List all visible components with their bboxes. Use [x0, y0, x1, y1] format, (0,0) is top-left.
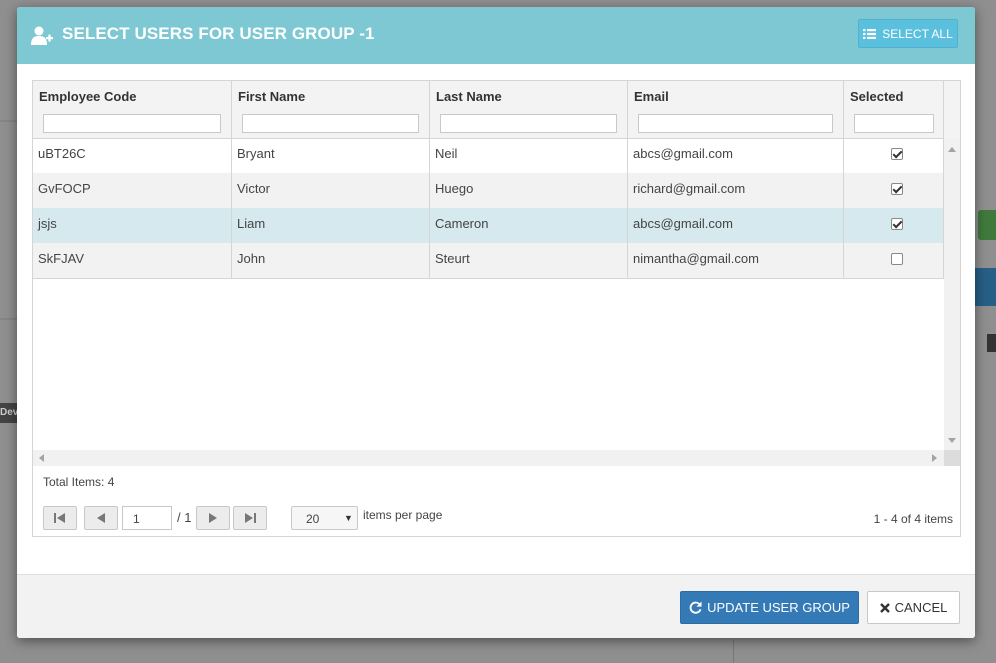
first-name-filter-input[interactable] — [242, 114, 419, 133]
column-header-selected[interactable]: Selected — [844, 81, 944, 138]
scroll-left-icon[interactable] — [39, 454, 44, 462]
background-dev-label: Dev — [0, 403, 17, 423]
email-cell: abcs@gmail.com — [628, 208, 844, 243]
chevron-down-icon: ▼ — [344, 513, 353, 523]
select-users-modal: SELECT USERS FOR USER GROUP -1 SELECT AL… — [17, 7, 975, 638]
grid-header: Employee Code First Name Last Name Email… — [33, 81, 960, 139]
background-panel — [974, 268, 996, 306]
employee-code-filter-input[interactable] — [43, 114, 221, 133]
selected-cell — [844, 138, 944, 173]
column-header-employee-code[interactable]: Employee Code — [33, 81, 232, 138]
employee-code-cell: jsjs — [33, 208, 232, 243]
selected-cell — [844, 208, 944, 243]
rows-divider — [33, 278, 944, 279]
email-filter-input[interactable] — [638, 114, 833, 133]
employee-code-cell: uBT26C — [33, 138, 232, 173]
employee-code-cell: GvFOCP — [33, 173, 232, 208]
page-count-label: / 1 — [177, 510, 192, 525]
background-divider — [0, 318, 17, 320]
table-row[interactable]: GvFOCP Victor Huego richard@gmail.com — [33, 173, 944, 208]
background-button — [978, 210, 996, 240]
first-name-cell: Bryant — [232, 138, 430, 173]
column-header-first-name[interactable]: First Name — [232, 81, 430, 138]
table-row[interactable]: SkFJAV John Steurt nimantha@gmail.com — [33, 243, 944, 278]
next-page-button[interactable] — [196, 506, 230, 530]
selected-cell — [844, 173, 944, 208]
grid-body: uBT26C Bryant Neil abcs@gmail.com GvFOCP… — [33, 138, 944, 450]
first-name-cell: John — [232, 243, 430, 278]
background-divider — [733, 640, 734, 663]
update-user-group-button[interactable]: UPDATE USER GROUP — [680, 591, 859, 624]
select-all-label: SELECT ALL — [882, 26, 953, 41]
add-user-icon — [31, 26, 53, 45]
column-header-last-name[interactable]: Last Name — [430, 81, 628, 138]
column-label: Employee Code — [39, 89, 137, 104]
column-label: First Name — [238, 89, 306, 104]
next-page-icon — [209, 513, 217, 523]
scroll-up-icon[interactable] — [948, 147, 956, 152]
email-cell: richard@gmail.com — [628, 173, 844, 208]
selected-cell — [844, 243, 944, 278]
cancel-button[interactable]: CANCEL — [867, 591, 960, 624]
items-per-page-label: items per page — [363, 508, 443, 522]
column-label: Email — [634, 89, 669, 104]
last-name-cell: Steurt — [430, 243, 628, 278]
first-name-cell: Victor — [232, 173, 430, 208]
row-checkbox[interactable] — [891, 183, 903, 195]
items-range-label: 1 - 4 of 4 items — [873, 512, 953, 526]
first-name-cell: Liam — [232, 208, 430, 243]
last-name-cell: Neil — [430, 138, 628, 173]
previous-page-icon — [97, 513, 105, 523]
first-page-button[interactable] — [43, 506, 77, 530]
close-icon — [879, 602, 890, 613]
total-items-label: Total Items: 4 — [43, 475, 115, 489]
last-name-filter-input[interactable] — [440, 114, 617, 133]
horizontal-scrollbar[interactable] — [33, 450, 944, 466]
last-name-cell: Huego — [430, 173, 628, 208]
last-name-cell: Cameron — [430, 208, 628, 243]
row-checkbox[interactable] — [891, 218, 903, 230]
employee-code-cell: SkFJAV — [33, 243, 232, 278]
modal-footer: UPDATE USER GROUP CANCEL — [17, 574, 975, 638]
refresh-icon — [689, 601, 702, 614]
column-header-email[interactable]: Email — [628, 81, 844, 138]
vertical-scrollbar[interactable] — [944, 138, 960, 450]
scroll-right-icon[interactable] — [932, 454, 937, 462]
page-size-value: 20 — [306, 512, 320, 526]
select-all-button[interactable]: SELECT ALL — [858, 19, 958, 48]
column-label: Selected — [850, 89, 904, 104]
selected-filter-input[interactable] — [854, 114, 934, 133]
scroll-down-icon[interactable] — [948, 438, 956, 443]
page-size-select[interactable]: 20 ▼ — [291, 506, 358, 530]
update-user-group-label: UPDATE USER GROUP — [707, 600, 850, 615]
last-page-icon — [245, 513, 256, 523]
column-label: Last Name — [436, 89, 502, 104]
background-chip — [987, 334, 996, 352]
cancel-label: CANCEL — [894, 600, 948, 615]
scrollbar-corner — [944, 450, 960, 466]
users-grid: Employee Code First Name Last Name Email… — [32, 80, 961, 537]
last-page-button[interactable] — [233, 506, 267, 530]
email-cell: nimantha@gmail.com — [628, 243, 844, 278]
previous-page-button[interactable] — [84, 506, 118, 530]
modal-header: SELECT USERS FOR USER GROUP -1 SELECT AL… — [17, 7, 975, 64]
email-cell: abcs@gmail.com — [628, 138, 844, 173]
pager: / 1 20 ▼ items per page 1 - 4 of 4 items — [43, 505, 953, 531]
row-checkbox[interactable] — [891, 148, 903, 160]
table-row[interactable]: jsjs Liam Cameron abcs@gmail.com — [33, 208, 944, 243]
background-divider — [0, 120, 17, 122]
list-icon — [863, 28, 877, 39]
page-number-input[interactable] — [122, 506, 172, 530]
first-page-icon — [54, 513, 65, 523]
row-checkbox[interactable] — [891, 253, 903, 265]
table-row[interactable]: uBT26C Bryant Neil abcs@gmail.com — [33, 138, 944, 173]
modal-title: SELECT USERS FOR USER GROUP -1 — [62, 24, 375, 43]
header-scroll-spacer — [944, 81, 960, 138]
